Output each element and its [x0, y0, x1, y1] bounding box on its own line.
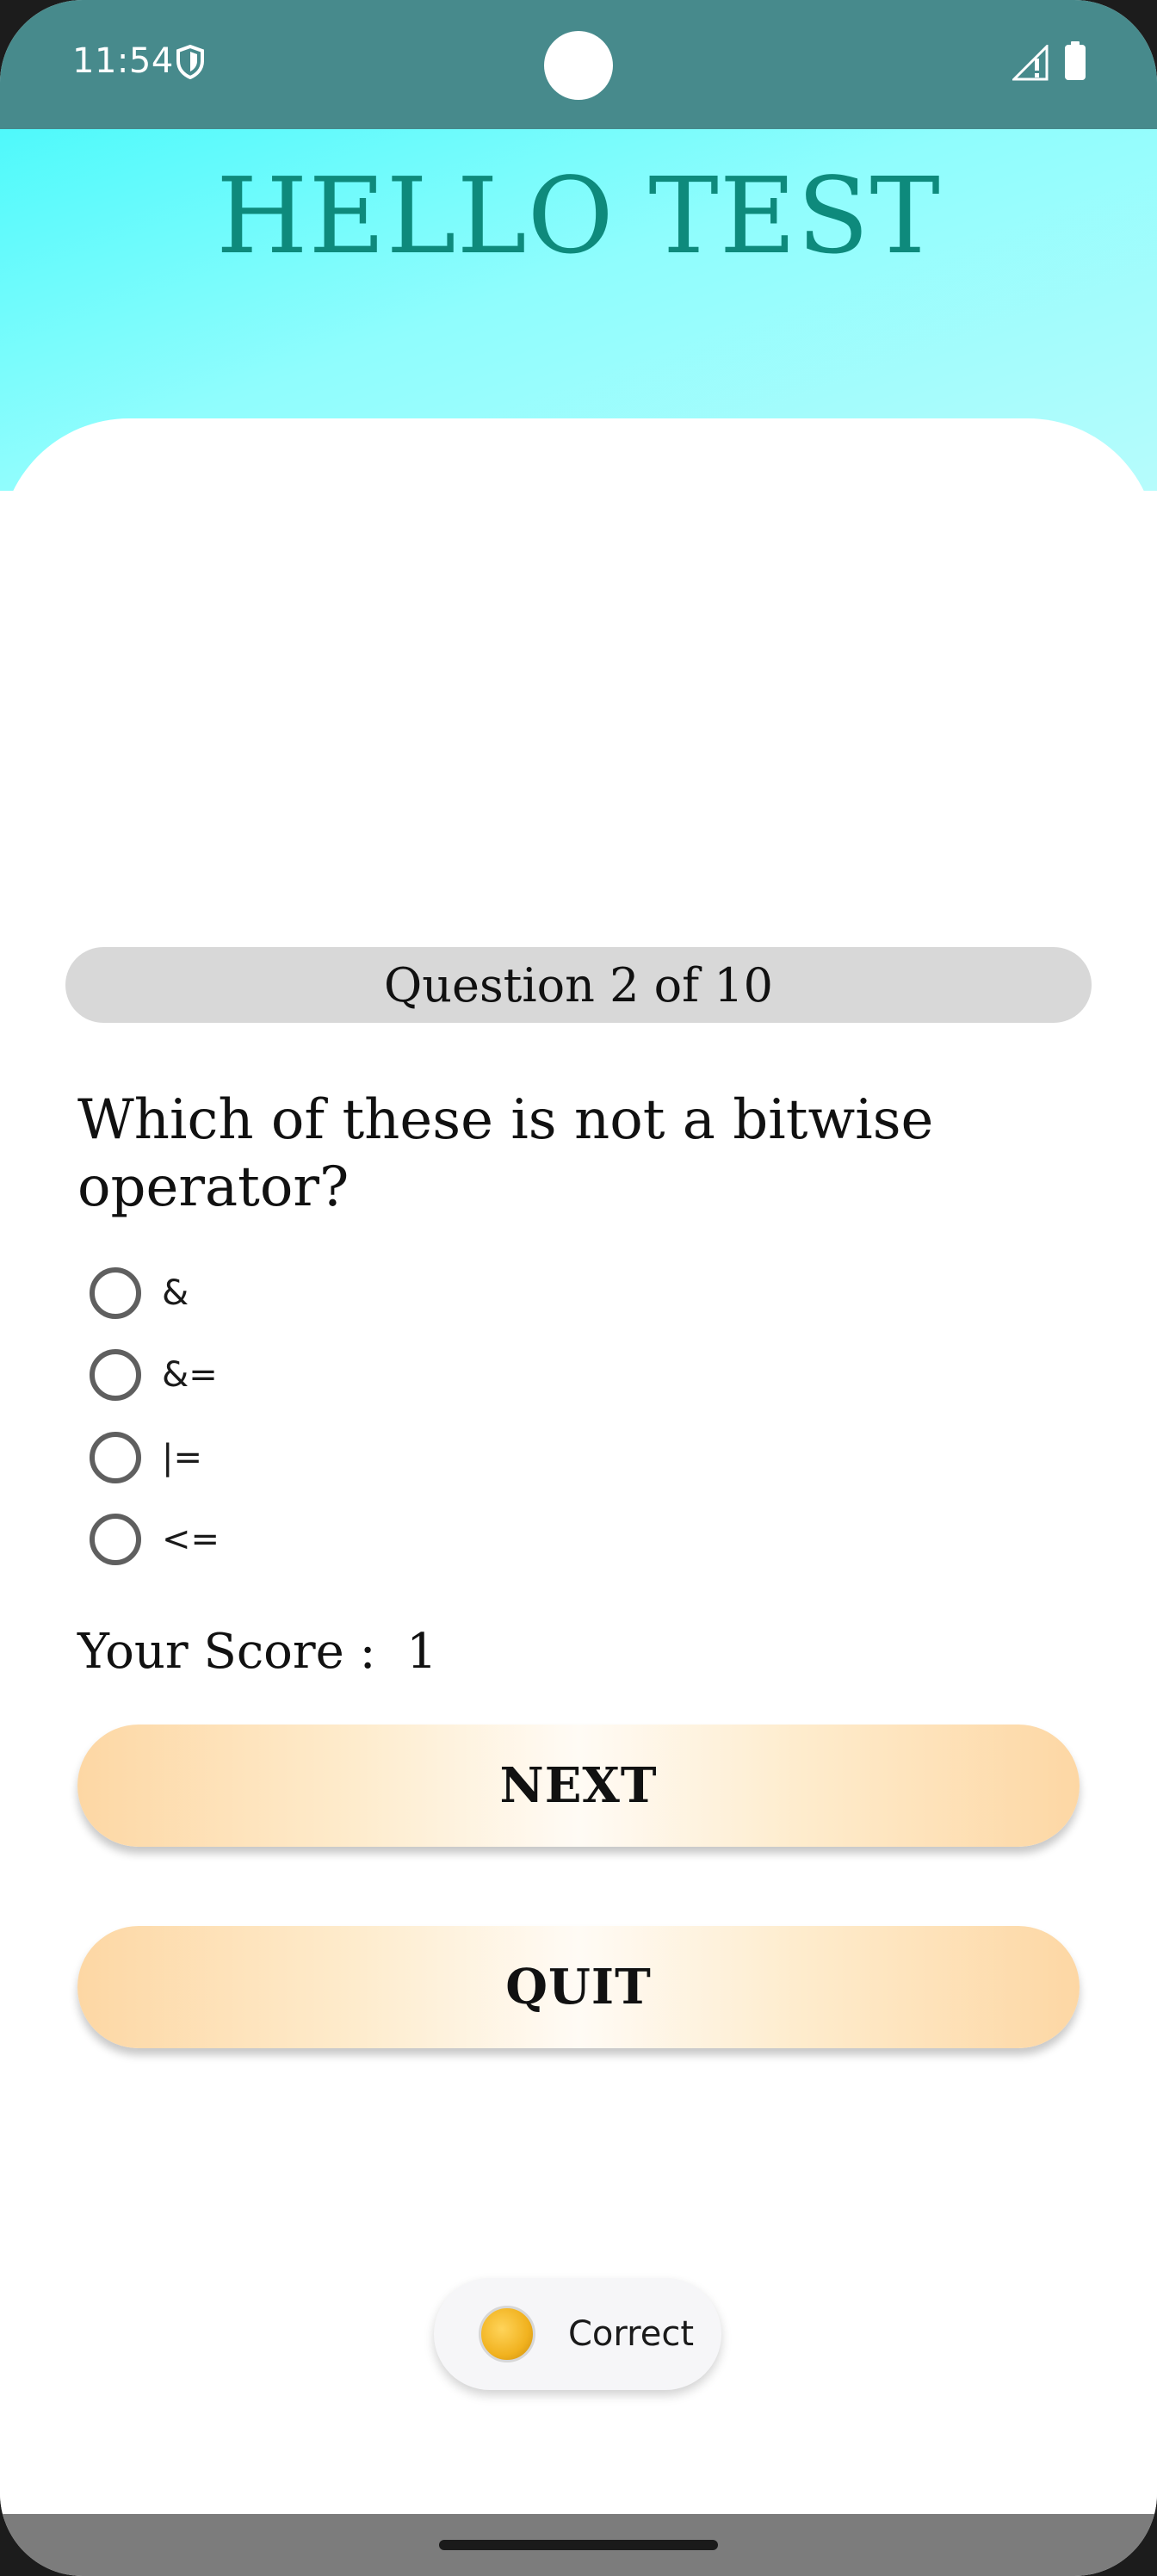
option-label: |=: [162, 1438, 202, 1477]
app-title: HELLO TEST: [216, 155, 941, 277]
toast-message: Correct: [434, 2278, 721, 2390]
quit-button[interactable]: QUIT: [77, 1926, 1080, 2048]
option-label: <=: [162, 1520, 220, 1559]
radio-button[interactable]: [90, 1514, 141, 1565]
shield-icon: [176, 45, 204, 79]
question-text: Which of these is not a bitwise operator…: [77, 1088, 934, 1219]
signal-icon: [1012, 45, 1049, 81]
radio-button[interactable]: [90, 1267, 141, 1319]
score-value: 1: [406, 1624, 437, 1680]
phone-screen: 11:54 HELLO TEST Question 2 of 10 Which …: [0, 0, 1157, 2576]
next-button[interactable]: NEXT: [77, 1725, 1080, 1847]
camera-cutout: [544, 31, 613, 100]
option-3[interactable]: |=: [90, 1427, 202, 1488]
coin-icon: [479, 2306, 535, 2362]
radio-button[interactable]: [90, 1349, 141, 1401]
status-time: 11:54: [72, 41, 174, 81]
option-4[interactable]: <=: [90, 1509, 220, 1570]
question-counter: Question 2 of 10: [65, 947, 1092, 1023]
score-label: Your Score :: [77, 1624, 376, 1680]
option-label: &: [162, 1273, 189, 1313]
option-2[interactable]: &=: [90, 1345, 218, 1405]
radio-button[interactable]: [90, 1432, 141, 1483]
status-bar: 11:54: [0, 0, 1157, 129]
option-1[interactable]: &: [90, 1263, 189, 1323]
toast-text: Correct: [568, 2314, 694, 2354]
home-gesture-handle[interactable]: [439, 2540, 718, 2550]
option-label: &=: [162, 1355, 218, 1395]
battery-icon: [1065, 41, 1086, 80]
score-row: Your Score : 1: [77, 1624, 437, 1680]
